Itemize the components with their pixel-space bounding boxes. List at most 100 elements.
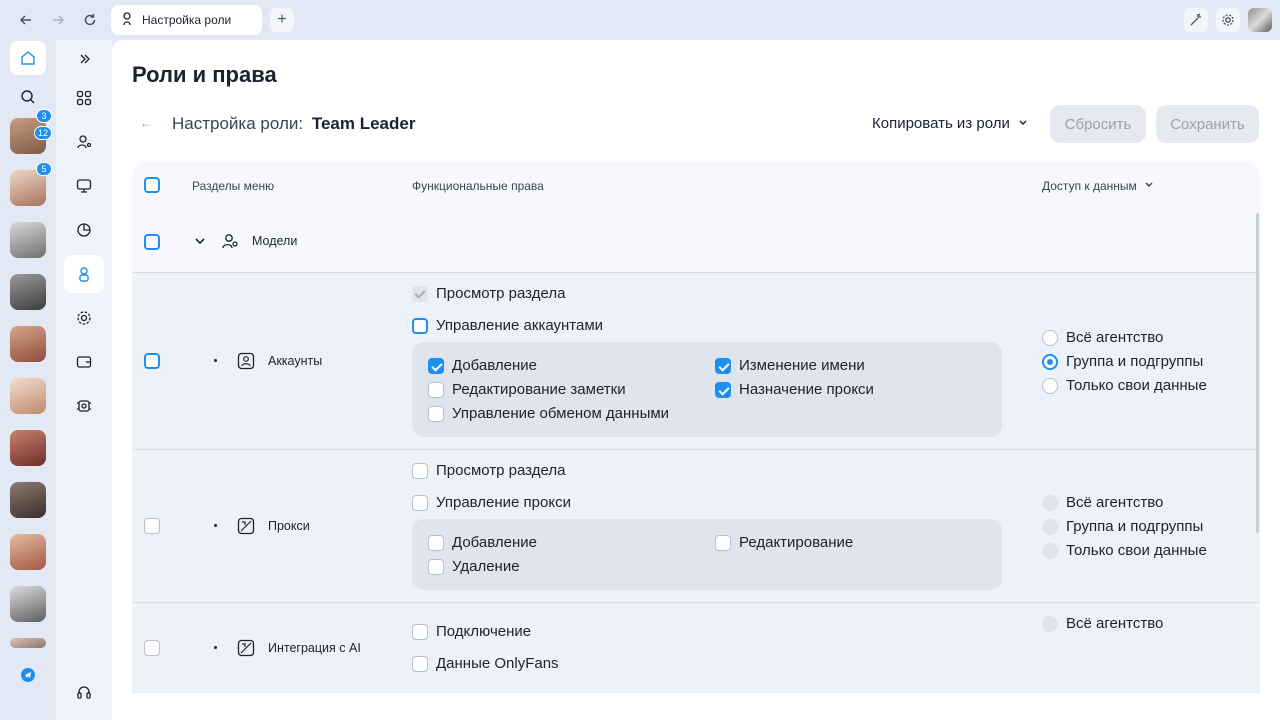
copy-from-role-label: Копировать из роли: [872, 115, 1010, 132]
model-avatar[interactable]: [10, 222, 46, 258]
perm-checkbox[interactable]: [715, 358, 731, 374]
access-label: Всё агентство: [1066, 329, 1164, 346]
table-scrollbar[interactable]: [1256, 213, 1259, 533]
monitor-icon[interactable]: [64, 167, 104, 205]
group-name: Модели: [252, 234, 298, 248]
analytics-icon[interactable]: [64, 211, 104, 249]
row-name: Интеграция с AI: [268, 641, 361, 655]
access-radio[interactable]: [1042, 543, 1058, 559]
accounts-icon: [236, 351, 256, 371]
access-radio[interactable]: [1042, 378, 1058, 394]
save-button[interactable]: Сохранить: [1156, 105, 1259, 143]
profile-avatar[interactable]: [1248, 8, 1272, 32]
perm-checkbox[interactable]: [715, 382, 731, 398]
header-data-access[interactable]: Доступ к данным: [1042, 179, 1154, 193]
users-icon[interactable]: [64, 123, 104, 161]
expand-icon[interactable]: [64, 40, 104, 78]
copy-from-role-dropdown[interactable]: Копировать из роли: [872, 115, 1028, 132]
model-avatar[interactable]: [10, 586, 46, 622]
row-checkbox[interactable]: [144, 518, 160, 534]
tab-favicon-icon: [121, 11, 133, 29]
group-checkbox[interactable]: [144, 234, 160, 250]
table-row: Аккаунты Просмотр раздела Управление акк…: [132, 273, 1260, 450]
access-radio[interactable]: [1042, 616, 1058, 632]
access-radio[interactable]: [1042, 354, 1058, 370]
ai-icon[interactable]: [64, 387, 104, 425]
role-title: Настройка роли: Team Leader: [172, 114, 415, 134]
model-avatar[interactable]: [10, 274, 46, 310]
main-content: Роли и права ← Настройка роли: Team Lead…: [112, 40, 1280, 720]
perm-checkbox[interactable]: [428, 382, 444, 398]
manage-proxy-checkbox[interactable]: [412, 495, 428, 511]
chevron-down-icon[interactable]: [194, 234, 206, 252]
access-radio[interactable]: [1042, 495, 1058, 511]
table-row: Интеграция с AI Подключение Данные OnlyF…: [132, 603, 1260, 693]
access-radio[interactable]: [1042, 519, 1058, 535]
perm-label: Изменение имени: [739, 357, 865, 374]
telegram-icon[interactable]: [21, 668, 35, 682]
header-functional-rights: Функциональные права: [412, 179, 544, 193]
gear-icon[interactable]: [64, 299, 104, 337]
select-all-checkbox[interactable]: [144, 177, 160, 193]
row-checkbox[interactable]: [144, 640, 160, 656]
back-arrow-icon[interactable]: ←: [140, 116, 152, 130]
perm-label: Данные OnlyFans: [436, 655, 559, 672]
bullet: [214, 524, 217, 527]
perm-checkbox[interactable]: [428, 358, 444, 374]
unread-badge: 5: [36, 162, 52, 176]
perm-checkbox[interactable]: [428, 406, 444, 422]
access-label: Всё агентство: [1066, 615, 1164, 632]
permissions-table: Разделы меню Функциональные права Доступ…: [132, 161, 1260, 693]
perm-label: Редактирование: [739, 534, 854, 551]
perm-label: Редактирование заметки: [452, 381, 626, 398]
sub-permissions-box: Добавление Изменение имени Редактировани…: [412, 342, 1002, 437]
row-name: Аккаунты: [268, 354, 323, 368]
model-avatar[interactable]: [10, 638, 46, 648]
reload-icon[interactable]: [79, 9, 101, 31]
access-label: Группа и подгруппы: [1066, 353, 1204, 370]
manage-proxy-label: Управление прокси: [436, 494, 571, 511]
model-avatar[interactable]: [10, 430, 46, 466]
manage-accounts-checkbox[interactable]: [412, 318, 428, 334]
search-icon[interactable]: [17, 86, 39, 108]
model-avatar[interactable]: [10, 378, 46, 414]
bullet: [214, 359, 217, 362]
forward-icon[interactable]: [47, 9, 69, 31]
wallet-icon[interactable]: [64, 343, 104, 381]
table-row-group: Модели: [132, 211, 1260, 273]
perm-checkbox[interactable]: [412, 624, 428, 640]
sparkle-icon[interactable]: [1184, 8, 1208, 32]
perm-checkbox[interactable]: [412, 656, 428, 672]
view-section-checkbox[interactable]: [412, 463, 428, 479]
perm-checkbox[interactable]: [428, 559, 444, 575]
back-icon[interactable]: [15, 9, 37, 31]
models-icon: [220, 231, 240, 251]
view-section-label: Просмотр раздела: [436, 285, 566, 302]
perm-label: Назначение прокси: [739, 381, 874, 398]
main-nav: [56, 40, 112, 720]
reset-button[interactable]: Сбросить: [1050, 105, 1146, 143]
support-icon[interactable]: [64, 673, 104, 711]
perm-checkbox[interactable]: [715, 535, 731, 551]
settings-icon[interactable]: [1216, 8, 1240, 32]
table-header: Разделы меню Функциональные права Доступ…: [132, 161, 1260, 211]
row-checkbox[interactable]: [144, 353, 160, 369]
home-icon[interactable]: [10, 41, 46, 75]
dashboard-icon[interactable]: [64, 79, 104, 117]
view-section-checkbox[interactable]: [412, 286, 428, 302]
new-tab-button[interactable]: +: [270, 8, 294, 32]
perm-checkbox[interactable]: [428, 535, 444, 551]
access-label: Только свои данные: [1066, 377, 1207, 394]
role-label: Настройка роли:: [172, 114, 304, 133]
roles-icon[interactable]: [64, 255, 104, 293]
browser-tab[interactable]: Настройка роли: [111, 5, 262, 35]
model-avatar[interactable]: [10, 534, 46, 570]
model-avatar[interactable]: [10, 326, 46, 362]
chevron-down-icon: [1145, 182, 1153, 187]
proxy-icon: [236, 516, 256, 536]
model-avatar[interactable]: [10, 482, 46, 518]
access-label: Группа и подгруппы: [1066, 518, 1204, 535]
access-radio[interactable]: [1042, 330, 1058, 346]
manage-accounts-label: Управление аккаунтами: [436, 317, 604, 334]
table-row: Прокси Просмотр раздела Управление прокс…: [132, 450, 1260, 603]
